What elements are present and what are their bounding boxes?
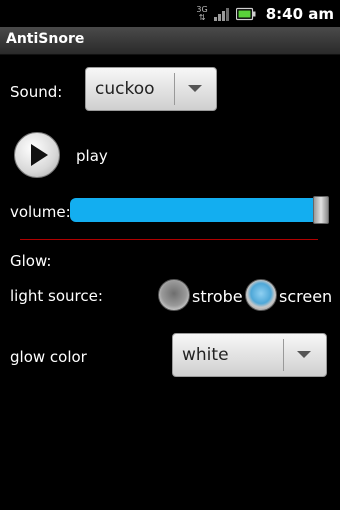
sound-label: Sound: bbox=[10, 83, 63, 101]
screen-radio[interactable] bbox=[245, 279, 277, 311]
chevron-down-icon bbox=[188, 85, 202, 92]
glow-color-label: glow color bbox=[10, 348, 87, 366]
signal-icon bbox=[213, 7, 229, 21]
volume-label: volume: bbox=[10, 203, 71, 221]
screen-radio-label[interactable]: screen bbox=[279, 287, 332, 306]
sound-spinner[interactable]: cuckoo bbox=[85, 67, 217, 111]
play-icon bbox=[31, 144, 48, 166]
play-label: play bbox=[76, 147, 108, 165]
glow-heading: Glow: bbox=[10, 252, 52, 270]
network-arrows: ⇅ bbox=[198, 12, 206, 22]
status-icons: 3G ⇅ 8:40 am bbox=[196, 0, 334, 27]
volume-slider[interactable] bbox=[70, 196, 334, 224]
section-divider bbox=[20, 239, 318, 240]
strobe-radio[interactable] bbox=[158, 279, 190, 311]
chevron-down-icon bbox=[297, 351, 311, 358]
light-source-label: light source: bbox=[10, 287, 103, 305]
strobe-radio-label[interactable]: strobe bbox=[192, 287, 243, 306]
app-title: AntiSnore bbox=[6, 31, 85, 47]
clock: 8:40 am bbox=[265, 4, 334, 23]
network-3g-icon: 3G ⇅ bbox=[196, 5, 207, 22]
title-bar: AntiSnore bbox=[0, 27, 340, 55]
volume-fill bbox=[70, 198, 321, 222]
status-bar: 3G ⇅ 8:40 am bbox=[0, 0, 340, 27]
glow-color-spinner[interactable]: white bbox=[172, 333, 327, 377]
sound-selected-value: cuckoo bbox=[95, 79, 155, 99]
play-button[interactable] bbox=[14, 132, 60, 178]
battery-icon bbox=[235, 7, 256, 20]
spinner-divider bbox=[174, 73, 175, 105]
spinner-divider bbox=[283, 339, 284, 371]
volume-thumb[interactable] bbox=[313, 196, 329, 224]
glow-color-selected-value: white bbox=[182, 345, 229, 365]
